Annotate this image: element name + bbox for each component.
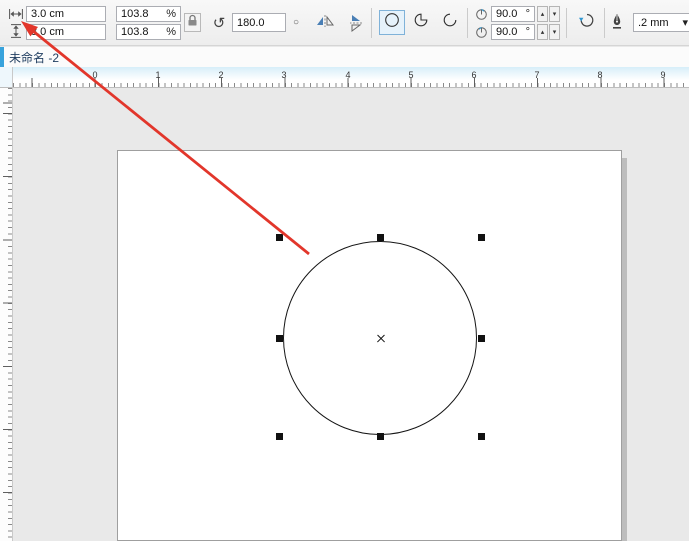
mirror-vertical-button[interactable] — [343, 12, 368, 34]
horizontal-ruler[interactable]: 0 1 2 3 4 5 6 7 8 9 — [13, 67, 689, 88]
ruler-number: 7 — [534, 70, 539, 80]
selection-handle-left[interactable] — [276, 335, 283, 342]
outline-width-value: .2 mm — [638, 17, 669, 29]
object-height-value: 3.0 cm — [31, 26, 64, 38]
ruler-number: 1 — [155, 70, 160, 80]
end-angle-value: 90.0 — [496, 26, 517, 38]
degree-label: ° — [522, 26, 530, 38]
rotation-icon: ↺ — [210, 13, 228, 33]
end-angle-input[interactable]: 90.0 ° — [491, 24, 535, 40]
ruler-major-ticks — [3, 88, 12, 541]
mirror-horizontal-icon — [316, 14, 334, 32]
object-height-input[interactable]: 3.0 cm — [26, 24, 106, 40]
rotation-angle-value: 180.0 — [237, 17, 265, 29]
document-tab-bar: 未命名 -2 — [0, 47, 689, 67]
object-height-icon — [11, 24, 21, 38]
lock-icon — [187, 14, 198, 32]
scale-height-value: 103.8 — [121, 26, 149, 38]
separator — [566, 8, 567, 38]
degree-circle-icon: ○ — [290, 16, 302, 30]
arc-mode-button[interactable] — [437, 10, 463, 35]
rotation-angle-input[interactable]: 180.0 — [232, 13, 286, 32]
selection-handle-top[interactable] — [377, 234, 384, 241]
end-angle-spin-down[interactable]: ▾ — [549, 24, 560, 40]
start-angle-input[interactable]: 90.0 ° — [491, 6, 535, 22]
scale-height-input[interactable]: 103.8 % — [116, 24, 181, 40]
start-angle-spin-down[interactable]: ▾ — [549, 6, 560, 22]
property-bar: 3.0 cm 3.0 cm 103.8 % 103.8 % ↺ 180.0 ○ — [0, 0, 689, 46]
ruler-number: 3 — [281, 70, 286, 80]
ruler-origin[interactable] — [0, 67, 13, 88]
selection-handle-bottom[interactable] — [377, 433, 384, 440]
scale-width-value: 103.8 — [121, 8, 149, 20]
lock-ratio-button[interactable] — [184, 13, 201, 32]
tab-accent — [0, 47, 4, 67]
arc-icon — [442, 12, 458, 33]
degree-label: ° — [522, 8, 530, 20]
ruler-number: 4 — [345, 70, 350, 80]
percent-label: % — [162, 26, 176, 38]
start-angle-spin-up[interactable]: ▴ — [537, 6, 548, 22]
end-angle-spin-up[interactable]: ▴ — [537, 24, 548, 40]
object-width-value: 3.0 cm — [31, 8, 64, 20]
pie-mode-button[interactable] — [408, 10, 434, 35]
pie-icon — [413, 12, 429, 33]
dropdown-arrow-icon: ▾ — [678, 16, 688, 29]
scale-width-input[interactable]: 103.8 % — [116, 6, 181, 22]
ruler-major-ticks — [13, 78, 689, 87]
change-direction-icon — [578, 12, 596, 33]
ruler-number: 6 — [471, 70, 476, 80]
ruler-number: 8 — [597, 70, 602, 80]
separator — [467, 8, 468, 38]
object-width-input[interactable]: 3.0 cm — [26, 6, 106, 22]
separator — [371, 8, 372, 38]
ruler-number: 0 — [92, 70, 97, 80]
selection-handle-bottom-right[interactable] — [478, 433, 485, 440]
outline-pen-icon — [611, 13, 623, 29]
vertical-ruler[interactable] — [0, 88, 13, 541]
selection-handle-right[interactable] — [478, 335, 485, 342]
ruler-number: 5 — [408, 70, 413, 80]
percent-label: % — [162, 8, 176, 20]
ruler-number: 2 — [218, 70, 223, 80]
document-tab[interactable]: 未命名 -2 — [9, 49, 59, 66]
end-angle-icon — [475, 26, 488, 39]
selection-handle-top-right[interactable] — [478, 234, 485, 241]
start-angle-value: 90.0 — [496, 8, 517, 20]
app-window: 3.0 cm 3.0 cm 103.8 % 103.8 % ↺ 180.0 ○ — [0, 0, 689, 541]
selection-handle-bottom-left[interactable] — [276, 433, 283, 440]
change-direction-button[interactable] — [573, 10, 600, 35]
selection-handle-top-left[interactable] — [276, 234, 283, 241]
ruler-number: 9 — [660, 70, 665, 80]
object-width-icon — [9, 9, 23, 19]
object-center-marker[interactable] — [376, 334, 386, 344]
separator — [604, 8, 605, 38]
ellipse-mode-button[interactable] — [379, 10, 405, 35]
mirror-vertical-icon — [350, 14, 362, 32]
outline-width-select[interactable]: .2 mm ▾ — [633, 13, 689, 32]
ellipse-icon — [384, 12, 400, 33]
start-angle-icon — [475, 8, 488, 21]
mirror-horizontal-button[interactable] — [312, 12, 337, 34]
